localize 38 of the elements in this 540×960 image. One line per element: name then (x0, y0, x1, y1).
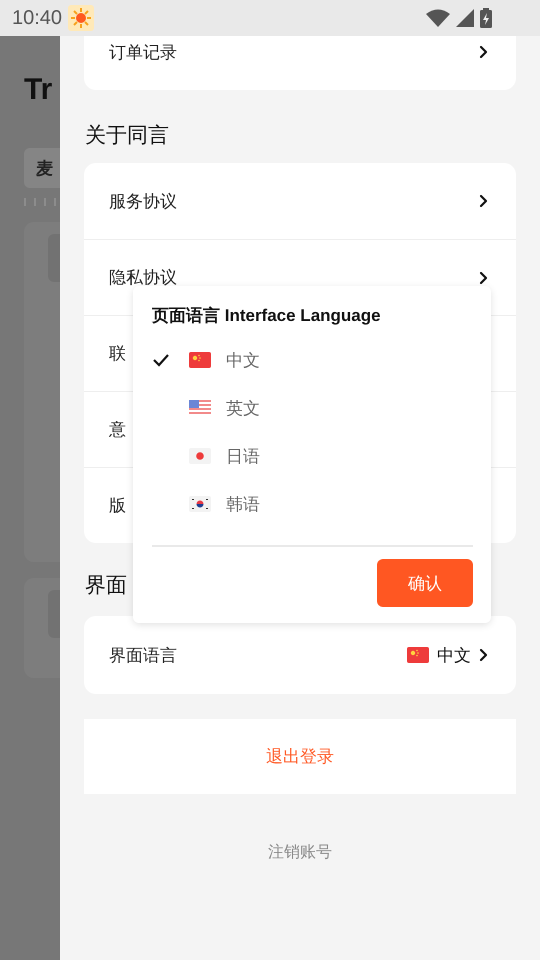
signal-icon (456, 9, 474, 27)
row-label: 意 (109, 419, 126, 441)
row-label: 服务协议 (109, 190, 177, 212)
language-option[interactable]: 日语 (152, 432, 473, 480)
row-value: 中文 (437, 644, 471, 666)
option-label: 中文 (226, 350, 260, 372)
option-label: 韩语 (226, 494, 260, 516)
option-label: 日语 (226, 446, 260, 468)
flag-icon (189, 496, 211, 512)
section-heading: 界面 (85, 572, 127, 599)
logout-button[interactable]: 退出登录 (84, 719, 516, 794)
chevron-right-icon (479, 648, 488, 662)
language-option[interactable]: 中文 (152, 336, 473, 384)
row-label: 版 (109, 495, 126, 517)
row-label: 订单记录 (109, 42, 177, 64)
row-label: 隐私协议 (109, 267, 177, 289)
battery-icon (480, 8, 492, 28)
flag-icon (189, 448, 211, 464)
confirm-button[interactable]: 确认 (377, 559, 473, 607)
list-row[interactable]: 界面语言 中文 (84, 616, 516, 694)
chevron-right-icon (479, 45, 488, 59)
option-label: 英文 (226, 398, 260, 420)
wifi-icon (426, 9, 450, 27)
sun-icon (68, 5, 94, 31)
row-label: 联 (109, 343, 126, 365)
delete-account-link[interactable]: 注销账号 (268, 842, 332, 863)
tab-label: 麦 (36, 158, 53, 180)
status-time: 10:40 (12, 6, 62, 30)
language-option[interactable]: 韩语 (152, 480, 473, 528)
checkmark-icon (152, 353, 170, 367)
list-row[interactable]: 订单记录 (84, 36, 516, 68)
section-heading: 关于同言 (85, 122, 169, 149)
row-label: 界面语言 (109, 644, 177, 666)
page-title: Tr (24, 72, 54, 108)
flag-icon (189, 352, 211, 368)
list-row[interactable]: 服务协议 (84, 163, 516, 239)
language-option[interactable]: 英文 (152, 384, 473, 432)
flag-icon (189, 400, 211, 416)
